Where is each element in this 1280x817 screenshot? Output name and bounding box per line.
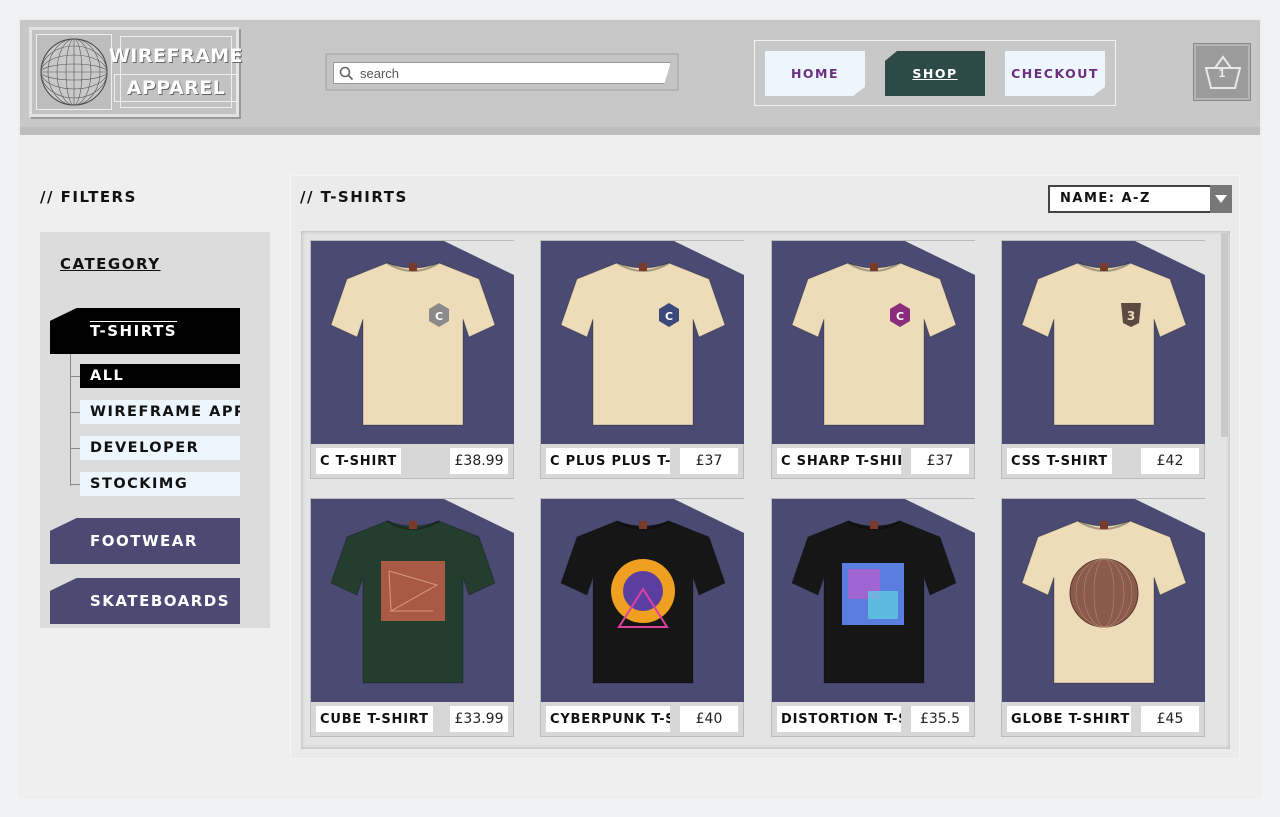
product-price: £42	[1141, 448, 1199, 474]
tshirt-icon	[560, 520, 726, 684]
card-corner-notch	[444, 241, 514, 275]
tshirt-icon: C	[791, 262, 957, 426]
card-corner-notch	[674, 499, 744, 533]
cart-count-badge: 1	[1218, 66, 1226, 80]
site-header: WIREFRAME APPAREL HOME SHOP CHECKOUT	[20, 20, 1260, 127]
product-image[interactable]	[541, 499, 744, 702]
product-card[interactable]: C C SHARP T-SHIRT £37	[771, 240, 975, 479]
product-image[interactable]	[311, 499, 514, 702]
card-corner-notch	[444, 499, 514, 533]
card-corner-notch	[1135, 499, 1205, 533]
product-name[interactable]: CYBERPUNK T-S...	[546, 706, 670, 732]
card-corner-notch	[1135, 241, 1205, 275]
product-name[interactable]: DISTORTION T-S...	[777, 706, 901, 732]
tree-tick	[70, 412, 80, 413]
tshirt-icon	[1021, 520, 1187, 684]
grid-scrollbar[interactable]	[1221, 233, 1228, 437]
card-corner-notch	[674, 241, 744, 275]
product-price: £37	[680, 448, 738, 474]
svg-text:C: C	[896, 310, 904, 323]
site-logo[interactable]: WIREFRAME APPAREL	[29, 27, 243, 117]
main-nav: HOME SHOP CHECKOUT	[754, 40, 1116, 106]
category-skateboards[interactable]: SKATEBOARDS	[50, 578, 240, 624]
card-corner-notch	[905, 499, 975, 533]
product-image[interactable]	[772, 499, 975, 702]
tshirt-icon: 3	[1021, 262, 1187, 426]
svg-text:C: C	[435, 310, 443, 323]
header-divider	[20, 127, 1260, 135]
subcategory-wireframe-apparel[interactable]: WIREFRAME APPA...	[80, 400, 240, 424]
products-heading: // T-SHIRTS	[300, 188, 408, 206]
card-corner-notch	[905, 241, 975, 275]
product-image[interactable]: C	[541, 241, 744, 444]
tshirt-icon: C	[330, 262, 496, 426]
product-price: £33.99	[450, 706, 508, 732]
cart-button[interactable]: 1	[1193, 43, 1251, 101]
logo-line-1: WIREFRAME	[108, 45, 244, 67]
sort-selected-value: NAME: A-Z	[1060, 191, 1151, 206]
product-name[interactable]: CSS T-SHIRT	[1007, 448, 1112, 474]
svg-text:3: 3	[1127, 309, 1135, 323]
product-card[interactable]: CYBERPUNK T-S... £40	[540, 498, 744, 737]
tshirt-icon	[330, 520, 496, 684]
logo-wordmark: WIREFRAME APPAREL	[109, 36, 243, 108]
product-grid: CC T-SHIRT£38.99CC PLUS PLUS T-S...£37CC…	[301, 231, 1230, 749]
subcategory-tree-line	[70, 354, 71, 486]
product-card[interactable]: GLOBE T-SHIRT £45	[1001, 498, 1205, 737]
product-price: £35.5	[911, 706, 969, 732]
tree-tick	[70, 484, 80, 485]
product-price: £45	[1141, 706, 1199, 732]
search-field-box	[333, 62, 671, 84]
nav-shop-button[interactable]: SHOP	[885, 51, 985, 96]
product-price: £37	[911, 448, 969, 474]
product-card[interactable]: C C T-SHIRT £38.99	[310, 240, 514, 479]
product-image[interactable]: 3	[1002, 241, 1205, 444]
product-image[interactable]: C	[772, 241, 975, 444]
category-tshirts[interactable]: T-SHIRTS	[50, 308, 240, 354]
product-card[interactable]: DISTORTION T-S... £35.5	[771, 498, 975, 737]
product-card[interactable]: CUBE T-SHIRT £33.99	[310, 498, 514, 737]
product-name[interactable]: GLOBE T-SHIRT	[1007, 706, 1131, 732]
product-card[interactable]: C C PLUS PLUS T-S... £37	[540, 240, 744, 479]
chevron-down-icon[interactable]	[1210, 185, 1232, 213]
search-bar	[325, 53, 679, 91]
logo-line-2: APPAREL	[113, 74, 239, 102]
category-heading: CATEGORY	[60, 255, 161, 273]
search-input[interactable]	[360, 64, 660, 82]
subcategory-all[interactable]: ALL	[80, 364, 240, 388]
subcategory-stockimg[interactable]: STOCKIMG	[80, 472, 240, 496]
category-footwear[interactable]: FOOTWEAR	[50, 518, 240, 564]
product-name[interactable]: C SHARP T-SHIRT	[777, 448, 901, 474]
subcategory-developer[interactable]: DEVELOPER	[80, 436, 240, 460]
tree-tick	[70, 376, 80, 377]
product-name[interactable]: CUBE T-SHIRT	[316, 706, 433, 732]
filters-panel: CATEGORY T-SHIRTS ALL WIREFRAME APPA... …	[40, 232, 270, 628]
page-frame: WIREFRAME APPAREL HOME SHOP CHECKOUT	[20, 20, 1260, 797]
globe-logo-icon	[36, 34, 112, 110]
product-name[interactable]: C PLUS PLUS T-S...	[546, 448, 670, 474]
product-card[interactable]: 3 CSS T-SHIRT £42	[1001, 240, 1205, 479]
tshirt-icon	[791, 520, 957, 684]
sort-select[interactable]: NAME: A-Z	[1048, 185, 1232, 213]
nav-checkout-button[interactable]: CHECKOUT	[1005, 51, 1105, 96]
product-price: £38.99	[450, 448, 508, 474]
product-image[interactable]	[1002, 499, 1205, 702]
product-name[interactable]: C T-SHIRT	[316, 448, 401, 474]
search-icon[interactable]	[339, 66, 354, 81]
tshirt-icon: C	[560, 262, 726, 426]
product-price: £40	[680, 706, 738, 732]
product-image[interactable]: C	[311, 241, 514, 444]
nav-home-button[interactable]: HOME	[765, 51, 865, 96]
svg-text:C: C	[665, 310, 673, 323]
tree-tick	[70, 448, 80, 449]
filters-heading: // FILTERS	[40, 188, 137, 206]
